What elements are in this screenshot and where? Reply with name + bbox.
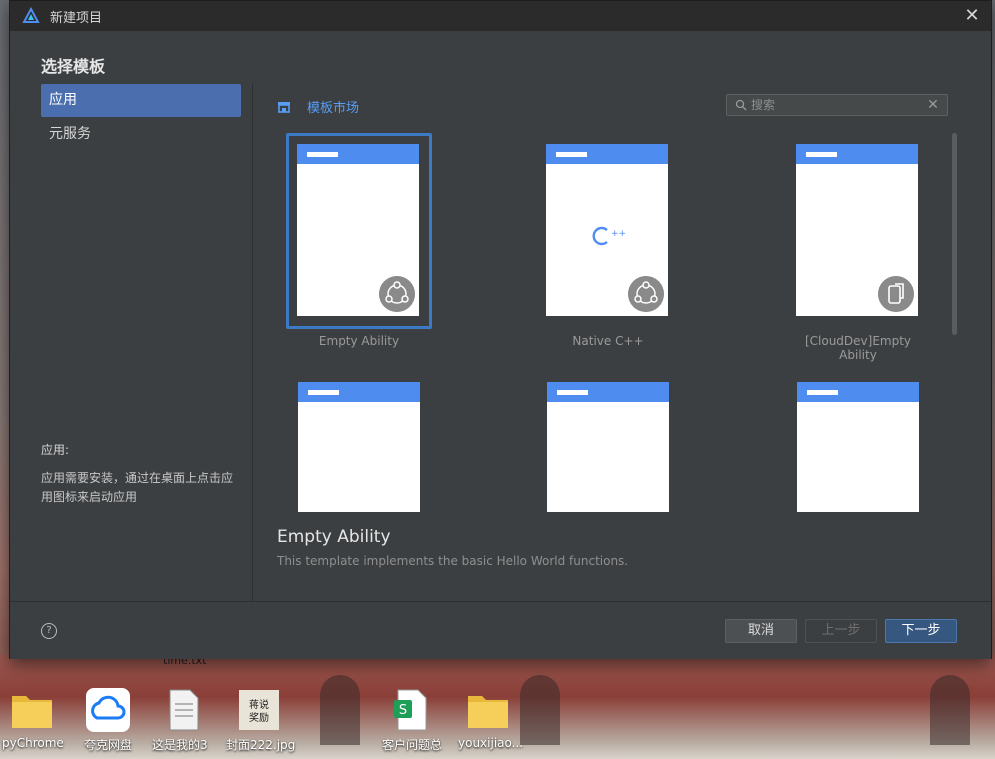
- cpp-icon: [628, 276, 664, 312]
- spreadsheet-icon[interactable]: S: [390, 688, 434, 732]
- thumbnail-header: [547, 382, 669, 402]
- template-thumbnail: ++: [546, 144, 668, 316]
- page-title: 选择模板: [41, 57, 106, 76]
- thumbnail-header: [297, 144, 419, 164]
- wallpaper-arch: [520, 675, 560, 745]
- search-icon: [735, 99, 747, 111]
- ability-icon: [379, 276, 415, 312]
- template-card-partial[interactable]: [547, 382, 669, 512]
- dialog-footer: ? 取消 上一步 下一步: [10, 601, 991, 659]
- category-item-app[interactable]: 应用: [41, 84, 241, 117]
- svg-text:奖励: 奖励: [249, 711, 269, 724]
- category-item-atomic-service[interactable]: 元服务: [41, 118, 241, 151]
- desktop-icon-label[interactable]: 客户问题总: [382, 736, 442, 753]
- svg-text:++: ++: [611, 229, 626, 239]
- template-card-empty-ability[interactable]: Empty Ability: [286, 133, 432, 348]
- desktop-icon-label[interactable]: youxijiao...: [458, 736, 523, 750]
- template-name: Empty Ability: [318, 334, 400, 348]
- search-input[interactable]: [747, 95, 925, 115]
- svg-text:蒋说: 蒋说: [249, 698, 269, 711]
- new-project-dialog: 新建项目 ✕ 选择模板 应用 元服务 应用: 应用需要安装，通过在桌面上点击应用…: [9, 0, 992, 659]
- template-card-native-cpp[interactable]: ++ Native C++: [535, 133, 681, 348]
- svg-text:S: S: [399, 703, 407, 718]
- folder-icon[interactable]: [10, 688, 54, 732]
- thumbnail-header: [298, 382, 420, 402]
- previous-button[interactable]: 上一步: [805, 619, 877, 643]
- template-card-clouddev-empty-ability[interactable]: [CloudDev]Empty Ability: [785, 133, 931, 362]
- template-pane: 模板市场 ✕: [253, 83, 991, 601]
- dialog-title: 新建项目: [50, 10, 103, 26]
- text-file-icon[interactable]: [162, 688, 206, 732]
- dialog-content: 选择模板 应用 元服务 应用: 应用需要安装，通过在桌面上点击应用图标来启动应用…: [10, 31, 991, 601]
- thumbnail-header: [796, 144, 918, 164]
- template-name: [CloudDev]Empty Ability: [804, 334, 912, 362]
- template-card-partial[interactable]: [797, 382, 919, 512]
- template-thumbnail: [796, 144, 918, 316]
- template-thumbnail: [297, 144, 419, 316]
- desktop-icon-label[interactable]: 这是我的3: [152, 736, 208, 753]
- help-icon[interactable]: ?: [41, 623, 57, 639]
- cloud-dev-icon: [878, 276, 914, 312]
- search-box: ✕: [726, 94, 948, 116]
- next-button[interactable]: 下一步: [885, 619, 957, 643]
- cloud-drive-icon[interactable]: [86, 688, 130, 732]
- template-market-link[interactable]: 模板市场: [277, 97, 359, 116]
- thumbnail-header: [546, 144, 668, 164]
- selected-template-description: This template implements the basic Hello…: [277, 554, 629, 568]
- desktop-icon-label[interactable]: 夸克网盘: [84, 736, 132, 753]
- desktop-icon-label[interactable]: 封面222.jpg: [226, 736, 295, 753]
- template-scrollbar[interactable]: [952, 133, 957, 335]
- desktop-icon-label[interactable]: pyChrome: [2, 736, 64, 750]
- image-file-icon[interactable]: 蒋说奖励: [237, 688, 281, 732]
- thumbnail-header: [797, 382, 919, 402]
- dialog-titlebar[interactable]: 新建项目 ✕: [10, 1, 991, 31]
- wallpaper-arch: [930, 675, 970, 745]
- cancel-button[interactable]: 取消: [725, 619, 797, 643]
- wallpaper-arch: [320, 675, 360, 745]
- selected-template-name: Empty Ability: [277, 527, 391, 547]
- template-name: Native C++: [572, 334, 644, 348]
- folder-icon[interactable]: [466, 688, 510, 732]
- store-icon: [278, 101, 290, 113]
- category-pane: 应用 元服务 应用: 应用需要安装，通过在桌面上点击应用图标来启动应用: [10, 83, 253, 601]
- app-logo-icon: [22, 7, 40, 23]
- clear-search-icon[interactable]: ✕: [925, 97, 941, 113]
- template-market-label: 模板市场: [307, 101, 360, 116]
- cpp-logo-icon: ++: [592, 226, 626, 246]
- category-description-title: 应用:: [41, 443, 70, 457]
- close-button[interactable]: ✕: [963, 7, 981, 25]
- category-description-body: 应用需要安装，通过在桌面上点击应用图标来启动应用: [41, 471, 234, 504]
- template-card-partial[interactable]: [298, 382, 420, 512]
